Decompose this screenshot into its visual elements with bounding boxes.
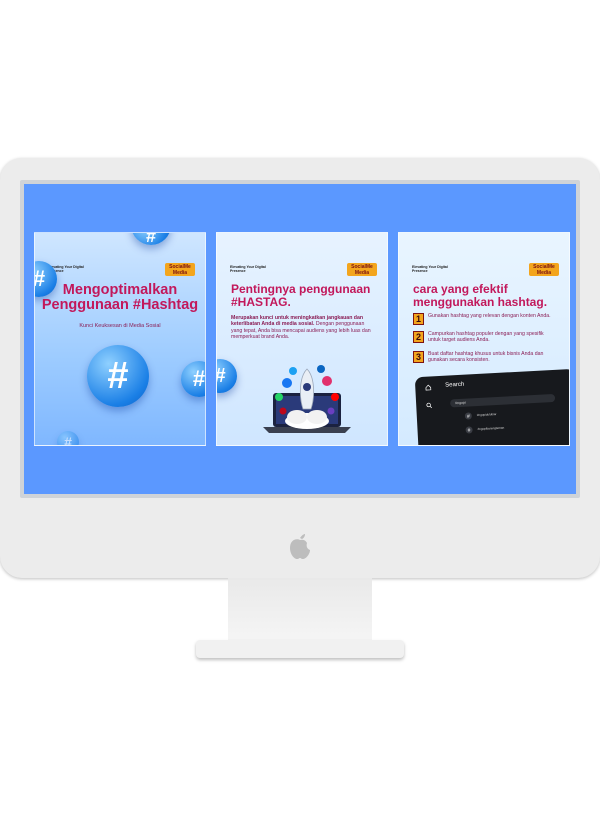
step-item: 3 Buat daftar hashtag khusus untuk bisni… (413, 351, 558, 367)
hashtag-bubble-icon: # (57, 431, 79, 445)
slide-title: Mengoptimalkan Penggunaan #Hashtag (41, 282, 199, 313)
apple-logo-icon (290, 534, 310, 559)
search-result: #ngopibarengteman (477, 425, 505, 432)
screen: Elevating Your Digital Presence SocialMe… (24, 184, 576, 494)
hashtag-result-icon: # (465, 426, 473, 434)
step-number: 1 (413, 313, 424, 325)
step-number: 3 (413, 351, 424, 363)
slide-title: Pentingnya penggunaan #HASTAG. (231, 282, 371, 309)
step-item: 2 Campurkan hashtag populer dengan yang … (413, 331, 558, 347)
slide-card-3[interactable]: Elevating Your Digital Presence SocialMe… (398, 232, 570, 446)
hashtag-bubble-icon: # (131, 233, 171, 246)
step-item: 1 Gunakan hashtag yang relevan dengan ko… (413, 313, 558, 329)
brand-badge: SocialMe Media (529, 263, 559, 276)
slide-card-1[interactable]: Elevating Your Digital Presence SocialMe… (34, 232, 206, 446)
brand-badge: SocialMe Media (347, 263, 377, 276)
monitor-stand (228, 578, 372, 646)
brand-tagline: Elevating Your Digital Presence (412, 265, 448, 273)
step-number: 2 (413, 331, 424, 343)
step-text: Gunakan hashtag yang relevan dengan kont… (428, 313, 551, 319)
search-result: #ngopidulubiar (476, 412, 497, 418)
hashtag-bubble-icon: # (87, 345, 149, 407)
brand-badge: SocialMe Media (165, 263, 195, 276)
search-input: #ngopi (449, 393, 556, 408)
slide-card-2[interactable]: Elevating Your Digital Presence SocialMe… (216, 232, 388, 446)
slide-subtitle: Kunci Keuksesan di Media Sosial (79, 323, 161, 329)
search-icon (426, 402, 433, 409)
hashtag-bubble-icon: # (181, 361, 205, 397)
hashtag-result-icon: # (464, 412, 472, 420)
slide-title: cara yang efektif menggunakan hashtag. (413, 282, 548, 309)
search-heading: Search (445, 381, 465, 389)
rocket-laptop-illustration (263, 365, 351, 433)
screen-bezel: Elevating Your Digital Presence SocialMe… (20, 180, 580, 498)
hashtag-bubble-icon: # (217, 359, 237, 393)
step-text: Campurkan hashtag populer dengan yang sp… (428, 331, 544, 344)
imac-monitor: Elevating Your Digital Presence SocialMe… (0, 158, 600, 578)
brand-tagline: Elevating Your Digital Presence (230, 265, 266, 273)
step-text: Buat daftar hashtag khusus untuk bisnis … (428, 351, 544, 364)
slide-body: Merupakan kunci untuk meningkatkan jangk… (231, 315, 376, 341)
monitor-chin (0, 498, 600, 578)
phone-search-mockup: Search #ngopi # #ngopidulubiar # #ngopib… (414, 368, 569, 445)
home-icon (425, 384, 432, 391)
monitor-base (196, 640, 404, 658)
